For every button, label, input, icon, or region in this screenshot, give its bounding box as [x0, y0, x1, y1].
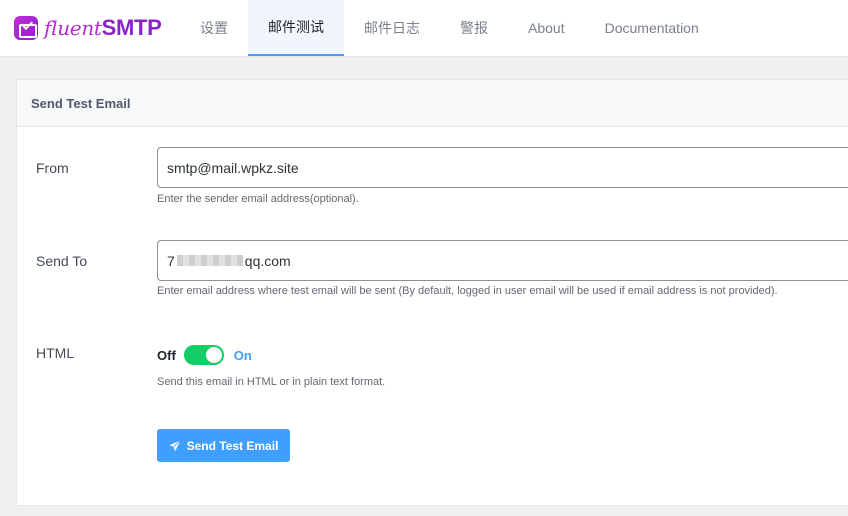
from-email-field[interactable]: smtp@mail.wpkz.site	[157, 147, 848, 188]
brand-logo[interactable]: fluentSMTP	[0, 0, 180, 56]
html-toggle-on-label: On	[233, 347, 252, 363]
send-to-value-suffix: qq.com	[244, 252, 291, 269]
send-test-email-button-label: Send Test Email	[186, 438, 279, 453]
tab-email-logs[interactable]: 邮件日志	[344, 0, 440, 56]
from-email-value: smtp@mail.wpkz.site	[167, 159, 299, 176]
send-to-label: Send To	[36, 253, 88, 269]
panel-header: Send Test Email	[17, 80, 848, 127]
brand-name-fluent: fluent	[44, 16, 102, 40]
tab-documentation[interactable]: Documentation	[585, 0, 719, 56]
html-label: HTML	[36, 345, 75, 361]
send-test-email-panel: Send Test Email From smtp@mail.wpkz.site…	[16, 79, 848, 506]
send-to-hint: Enter email address where test email wil…	[157, 285, 778, 297]
mail-logo-icon	[14, 16, 38, 40]
html-hint: Send this email in HTML or in plain text…	[157, 376, 386, 388]
redacted-text	[176, 255, 243, 266]
tab-settings[interactable]: 设置	[180, 0, 248, 56]
paper-plane-icon	[168, 439, 181, 451]
brand-name-smtp: SMTP	[101, 15, 162, 40]
html-toggle-group: Off On	[157, 345, 252, 365]
toggle-knob	[205, 347, 222, 363]
panel-title: Send Test Email	[31, 95, 131, 111]
top-navigation-bar: fluentSMTP 设置 邮件测试 邮件日志 警报 About Documen…	[0, 0, 848, 57]
brand-name: fluentSMTP	[44, 15, 162, 41]
tab-alerts[interactable]: 警报	[440, 0, 508, 56]
html-toggle[interactable]	[183, 345, 224, 365]
main-nav: 设置 邮件测试 邮件日志 警报 About Documentation	[180, 0, 719, 56]
send-test-email-button[interactable]: Send Test Email	[157, 429, 290, 462]
send-to-value-prefix: 7	[167, 252, 175, 269]
from-hint: Enter the sender email address(optional)…	[157, 193, 359, 205]
html-toggle-off-label: Off	[157, 347, 176, 363]
from-label: From	[36, 160, 69, 176]
tab-email-test[interactable]: 邮件测试	[248, 0, 344, 56]
tab-about[interactable]: About	[508, 0, 585, 56]
send-to-email-field[interactable]: 7 qq.com	[157, 240, 848, 281]
